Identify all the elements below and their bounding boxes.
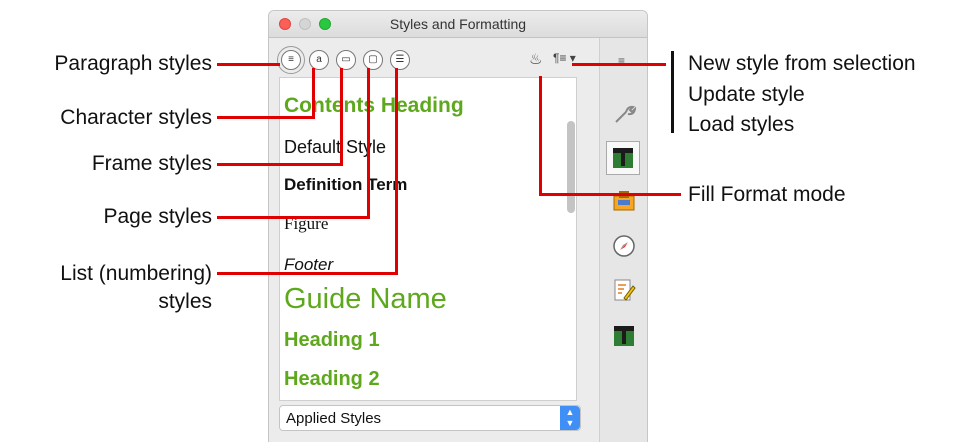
new-style-callout-line xyxy=(572,63,666,66)
frame-styles-icon[interactable]: ▭ xyxy=(336,50,356,70)
character-styles-callout: Character styles xyxy=(60,106,212,129)
character-callout-line-v xyxy=(312,68,315,119)
bracket-bar xyxy=(671,51,674,133)
page-styles-icon[interactable]: ▢ xyxy=(363,50,383,70)
list-item[interactable]: Heading 1 xyxy=(284,329,380,352)
filter-value: Applied Styles xyxy=(286,410,382,427)
styles-list[interactable]: Contents Heading Default Style Definitio… xyxy=(279,77,577,401)
character-callout-line-h xyxy=(217,116,313,119)
style-filter-dropdown[interactable]: Applied Styles ▲ ▼ xyxy=(279,405,581,431)
list-callout-line-v xyxy=(395,68,398,275)
properties-icon[interactable] xyxy=(612,102,636,126)
list-item[interactable]: Definition Term xyxy=(284,175,407,195)
styles-icon xyxy=(613,148,633,168)
fill-format-callout-line-v xyxy=(539,76,542,196)
navigator-icon[interactable] xyxy=(612,234,636,258)
list-styles-icon[interactable]: ☰ xyxy=(390,50,410,70)
styles-alt-icon[interactable] xyxy=(612,324,636,348)
frame-callout-line-h xyxy=(217,163,341,166)
window-title: Styles and Formatting xyxy=(389,16,527,32)
frame-callout-line-v xyxy=(340,68,343,166)
frame-styles-callout: Frame styles xyxy=(91,152,212,175)
styles-formatting-window: Styles and Formatting ≡ a ▭ ▢ ☰ ♨ ¶≡ ▾ C… xyxy=(268,10,648,442)
list-item[interactable]: Default Style xyxy=(284,137,386,158)
update-style-callout: Update style xyxy=(688,83,805,106)
paragraph-styles-callout: Paragraph styles xyxy=(54,52,212,75)
sidebar-deck: ≡ xyxy=(599,38,647,442)
paragraph-styles-icon[interactable]: ≡ xyxy=(277,46,305,74)
fill-format-callout-line-h xyxy=(539,193,681,196)
page-callout-line-v xyxy=(367,68,370,219)
manage-changes-icon[interactable] xyxy=(612,278,636,302)
load-styles-callout: Load styles xyxy=(688,113,795,136)
list-item[interactable]: Contents Heading xyxy=(284,94,464,118)
fill-format-callout: Fill Format mode xyxy=(688,183,846,206)
list-styles-callout-line1: List (numbering) xyxy=(60,262,212,285)
page-styles-callout: Page styles xyxy=(103,205,212,228)
new-style-callout: New style from selection xyxy=(688,52,916,75)
fill-format-mode-icon[interactable]: ♨ xyxy=(529,50,542,68)
list-callout-line-h xyxy=(217,272,396,275)
list-item[interactable]: Heading 2 xyxy=(284,368,380,391)
list-styles-callout-line2: styles xyxy=(158,290,212,313)
character-styles-icon[interactable]: a xyxy=(309,50,329,70)
title-bar: Styles and Formatting xyxy=(269,11,647,38)
list-item[interactable]: Guide Name xyxy=(284,283,447,316)
chevron-updown-icon: ▲ ▼ xyxy=(560,406,580,430)
scrollbar-thumb[interactable] xyxy=(567,121,575,213)
paragraph-callout-line xyxy=(217,63,280,66)
page-callout-line-h xyxy=(217,216,368,219)
styles-deck-button[interactable] xyxy=(606,141,640,175)
styles-toolbar: ≡ a ▭ ▢ ☰ ♨ ¶≡ ▾ xyxy=(269,38,599,76)
